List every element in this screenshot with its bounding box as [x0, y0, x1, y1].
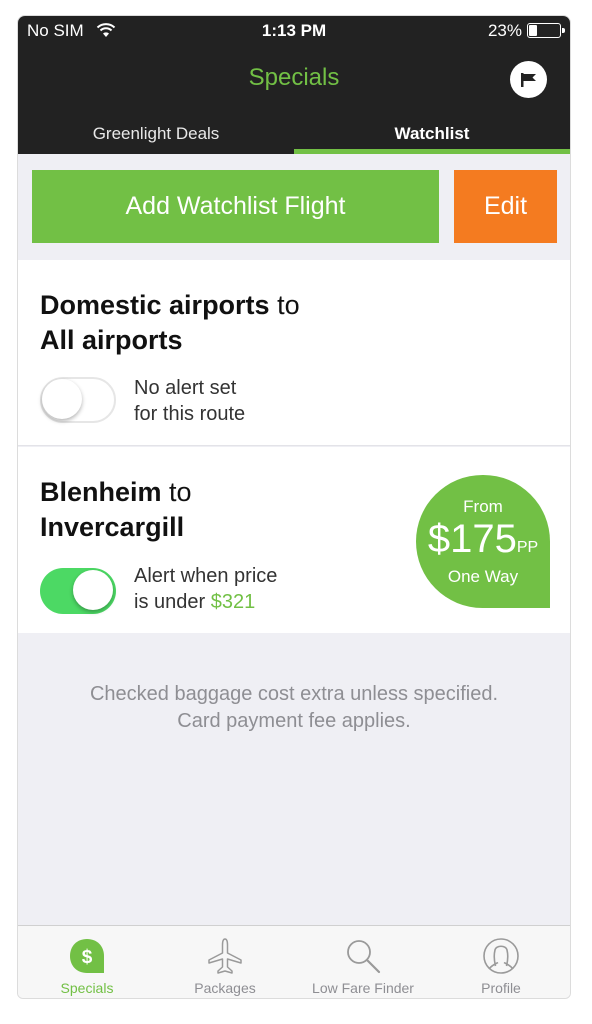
tabbar-label: Packages — [194, 980, 256, 996]
alert-status: Alert when price is under $321 — [134, 563, 277, 615]
route-origin: Blenheim — [40, 477, 162, 507]
bottom-tab-bar: $ Specials Packages Low Fare Finder Prof… — [18, 925, 570, 998]
tabbar-item-specials[interactable]: $ Specials — [18, 926, 156, 998]
svg-text:$: $ — [82, 947, 93, 968]
toggle-knob — [73, 570, 113, 610]
badge-price: $175PP — [416, 517, 550, 562]
route-title: Blenheim to Invercargill — [40, 475, 192, 545]
dollar-icon: $ — [70, 939, 104, 973]
alert-status: No alert set for this route — [134, 375, 245, 427]
route-connector: to — [161, 477, 192, 507]
alert-threshold-price: $321 — [210, 591, 256, 613]
page-title: Specials — [248, 64, 340, 91]
route-destination: All airports — [40, 325, 183, 355]
top-bar: No SIM 1:13 PM 23% Specials Greenlight D… — [18, 16, 570, 154]
badge-trip-type: One Way — [447, 567, 519, 586]
alert-line-2: for this route — [134, 403, 246, 425]
battery-percent: 23% — [487, 21, 522, 40]
add-watchlist-flight-button[interactable]: Add Watchlist Flight — [32, 170, 439, 243]
deal-price-badge[interactable]: From $175PP One Way — [416, 475, 550, 608]
alert-toggle[interactable] — [40, 377, 116, 423]
route-destination: Invercargill — [40, 512, 185, 542]
flag-button[interactable] — [510, 61, 547, 98]
route-connector: to — [269, 290, 300, 320]
tabbar-label: Profile — [481, 980, 521, 996]
tabbar-item-low-fare-finder[interactable]: Low Fare Finder — [294, 926, 432, 998]
tab-greenlight-deals[interactable]: Greenlight Deals — [18, 119, 294, 154]
disclaimer: Checked baggage cost extra unless specif… — [18, 681, 570, 735]
tab-label: Watchlist — [394, 124, 470, 143]
badge-price-unit: PP — [516, 539, 539, 556]
tabbar-item-profile[interactable]: Profile — [432, 926, 570, 998]
alert-line-1: No alert set — [134, 377, 237, 399]
app-screen: No SIM 1:13 PM 23% Specials Greenlight D… — [17, 15, 571, 999]
profile-icon — [483, 938, 519, 974]
watchlist-item[interactable]: Blenheim to Invercargill Alert when pric… — [18, 447, 570, 633]
alert-line-2-prefix: is under — [134, 591, 211, 613]
search-icon — [347, 940, 381, 974]
tabbar-item-packages[interactable]: Packages — [156, 926, 294, 998]
disclaimer-line-2: Card payment fee applies. — [177, 710, 411, 732]
status-bar: No SIM 1:13 PM 23% — [18, 16, 570, 46]
route-origin: Domestic airports — [40, 290, 270, 320]
watchlist-actions: Add Watchlist Flight Edit — [18, 154, 570, 260]
tabbar-label: Low Fare Finder — [312, 980, 414, 996]
plane-icon — [208, 938, 242, 974]
flag-icon — [520, 72, 536, 87]
tab-watchlist[interactable]: Watchlist — [294, 119, 570, 154]
tab-label: Greenlight Deals — [92, 124, 220, 143]
alert-line-1: Alert when price — [134, 565, 278, 587]
route-title: Domestic airports to All airports — [40, 288, 300, 358]
alert-toggle[interactable] — [40, 568, 116, 614]
battery-icon — [527, 23, 565, 38]
badge-price-value: $175 — [427, 517, 517, 561]
watchlist-item[interactable]: Domestic airports to All airports No ale… — [18, 260, 570, 446]
disclaimer-line-1: Checked baggage cost extra unless specif… — [89, 683, 499, 705]
tabbar-label: Specials — [60, 980, 114, 996]
segment-tabs: Greenlight Deals Watchlist — [18, 119, 570, 154]
badge-from-label: From — [463, 497, 503, 516]
edit-button[interactable]: Edit — [454, 170, 557, 243]
toggle-knob — [42, 379, 82, 419]
